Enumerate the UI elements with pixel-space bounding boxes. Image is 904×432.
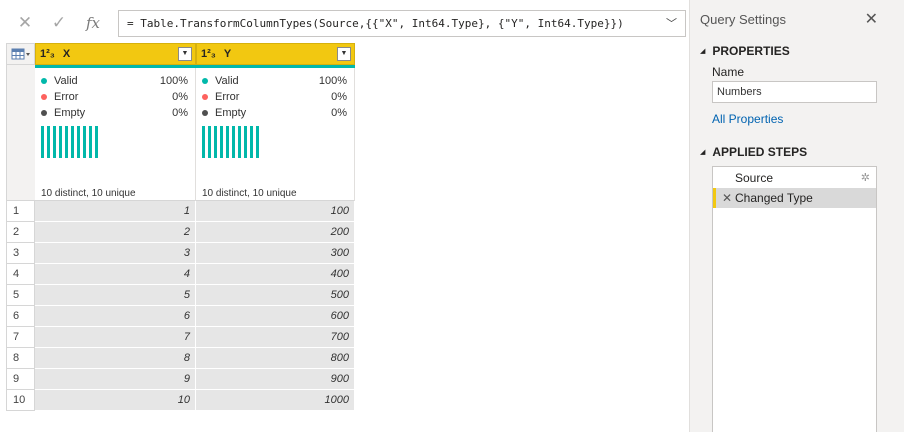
table-cell-y[interactable]: 500 — [196, 285, 355, 306]
section-heading: APPLIED STEPS — [712, 145, 808, 159]
distinct-summary: 10 distinct, 10 unique — [202, 188, 297, 199]
table-cell-x[interactable]: 5 — [35, 285, 196, 306]
formula-bar: ✕ ✓ fx = Table.TransformColumnTypes(Sour… — [0, 0, 690, 44]
all-properties-link[interactable]: All Properties — [712, 112, 783, 126]
table-cell-x[interactable]: 9 — [35, 369, 196, 390]
table-cell-x[interactable]: 1 — [35, 201, 196, 222]
applied-step-source[interactable]: Source ✲ — [713, 168, 876, 188]
empty-row: Empty 0% — [202, 105, 347, 121]
table-cell-x[interactable]: 7 — [35, 327, 196, 348]
column-filter-dropdown[interactable]: ▼ — [178, 47, 192, 61]
error-percent: 0% — [172, 91, 188, 103]
table-cell-y[interactable]: 800 — [196, 348, 355, 369]
column-name: Y — [223, 48, 232, 60]
error-label: Error — [54, 91, 79, 103]
table-cell-x[interactable]: 6 — [35, 306, 196, 327]
whole-number-type-icon[interactable]: 1²₃ — [40, 48, 55, 60]
table-cell-y[interactable]: 700 — [196, 327, 355, 348]
error-dot-icon — [41, 94, 47, 100]
valid-percent: 100% — [318, 75, 347, 87]
valid-percent: 100% — [159, 75, 188, 87]
valid-row: Valid 100% — [202, 73, 347, 89]
collapse-triangle-icon: ◢ — [700, 48, 706, 55]
collapse-triangle-icon: ◢ — [700, 149, 706, 156]
valid-label: Valid — [215, 75, 239, 87]
distinct-summary: 10 distinct, 10 unique — [41, 188, 136, 199]
chevron-down-icon[interactable]: ﹀ — [666, 11, 677, 36]
valid-dot-icon — [202, 78, 208, 84]
empty-percent: 0% — [172, 107, 188, 119]
error-row: Error 0% — [41, 89, 188, 105]
error-row: Error 0% — [202, 89, 347, 105]
table-icon — [11, 48, 30, 60]
empty-row: Empty 0% — [41, 105, 188, 121]
applied-step-changed-type[interactable]: ✕ Changed Type — [713, 188, 876, 208]
properties-section-toggle[interactable]: ◢ PROPERTIES — [700, 44, 790, 58]
delete-step-icon[interactable]: ✕ — [722, 188, 732, 208]
table-cell-y[interactable]: 300 — [196, 243, 355, 264]
query-name-input[interactable]: Numbers — [712, 81, 877, 103]
fx-icon[interactable]: fx — [76, 14, 110, 32]
error-percent: 0% — [331, 91, 347, 103]
table-cell-y[interactable]: 400 — [196, 264, 355, 285]
formula-input[interactable]: = Table.TransformColumnTypes(Source,{{"X… — [118, 10, 686, 37]
table-cell-x[interactable]: 3 — [35, 243, 196, 264]
checkmark-icon[interactable]: ✓ — [42, 13, 76, 33]
table-cell-y[interactable]: 600 — [196, 306, 355, 327]
column-name: X — [62, 48, 71, 60]
error-dot-icon — [202, 94, 208, 100]
formula-bar-actions: ✕ ✓ fx — [8, 10, 110, 36]
gear-icon[interactable]: ✲ — [861, 168, 870, 188]
row-number[interactable]: 7 — [6, 327, 35, 348]
empty-label: Empty — [215, 107, 247, 119]
value-distribution-chart[interactable] — [202, 126, 262, 158]
table-cell-x[interactable]: 10 — [35, 390, 196, 411]
row-number[interactable]: 4 — [6, 264, 35, 285]
name-label: Name — [712, 65, 745, 79]
empty-label: Empty — [54, 107, 86, 119]
column-profile-x: Valid 100% Error 0% Empty 0% 10 distinct… — [35, 68, 196, 201]
table-cell-x[interactable]: 2 — [35, 222, 196, 243]
row-number[interactable]: 1 — [6, 201, 35, 222]
step-label: Changed Type — [735, 191, 813, 205]
table-cell-x[interactable]: 8 — [35, 348, 196, 369]
row-number[interactable]: 3 — [6, 243, 35, 264]
value-distribution-chart[interactable] — [41, 126, 101, 158]
row-number[interactable]: 6 — [6, 306, 35, 327]
error-label: Error — [215, 91, 240, 103]
row-number[interactable]: 9 — [6, 369, 35, 390]
column-header-y[interactable]: 1²₃ Y ▼ — [196, 43, 355, 65]
row-number[interactable]: 5 — [6, 285, 35, 306]
applied-steps-list: Source ✲ ✕ Changed Type — [712, 166, 877, 432]
table-cell-x[interactable]: 4 — [35, 264, 196, 285]
step-label: Source — [735, 171, 774, 185]
whole-number-type-icon[interactable]: 1²₃ — [201, 48, 216, 60]
close-icon[interactable]: ✕ — [8, 13, 42, 33]
valid-label: Valid — [54, 75, 78, 87]
table-cell-y[interactable]: 1000 — [196, 390, 355, 411]
column-header-x[interactable]: 1²₃ X ▼ — [35, 43, 196, 65]
formula-text: = Table.TransformColumnTypes(Source,{{"X… — [127, 17, 624, 30]
table-cell-y[interactable]: 200 — [196, 222, 355, 243]
section-heading: PROPERTIES — [712, 44, 790, 58]
row-number[interactable]: 10 — [6, 390, 35, 411]
empty-dot-icon — [41, 110, 47, 116]
valid-row: Valid 100% — [41, 73, 188, 89]
profile-gutter — [6, 65, 35, 201]
query-settings-panel: Query Settings ✕ ◢ PROPERTIES Name Number… — [690, 0, 904, 432]
column-filter-dropdown[interactable]: ▼ — [337, 47, 351, 61]
close-icon[interactable]: ✕ — [865, 9, 878, 29]
row-number[interactable]: 2 — [6, 222, 35, 243]
panel-title: Query Settings — [700, 12, 786, 27]
table-cell-y[interactable]: 100 — [196, 201, 355, 222]
table-cell-y[interactable]: 900 — [196, 369, 355, 390]
row-number[interactable]: 8 — [6, 348, 35, 369]
empty-percent: 0% — [331, 107, 347, 119]
empty-dot-icon — [202, 110, 208, 116]
table-menu-button[interactable] — [6, 43, 35, 65]
column-profile-y: Valid 100% Error 0% Empty 0% 10 distinct… — [196, 68, 355, 201]
valid-dot-icon — [41, 78, 47, 84]
applied-steps-section-toggle[interactable]: ◢ APPLIED STEPS — [700, 145, 807, 159]
